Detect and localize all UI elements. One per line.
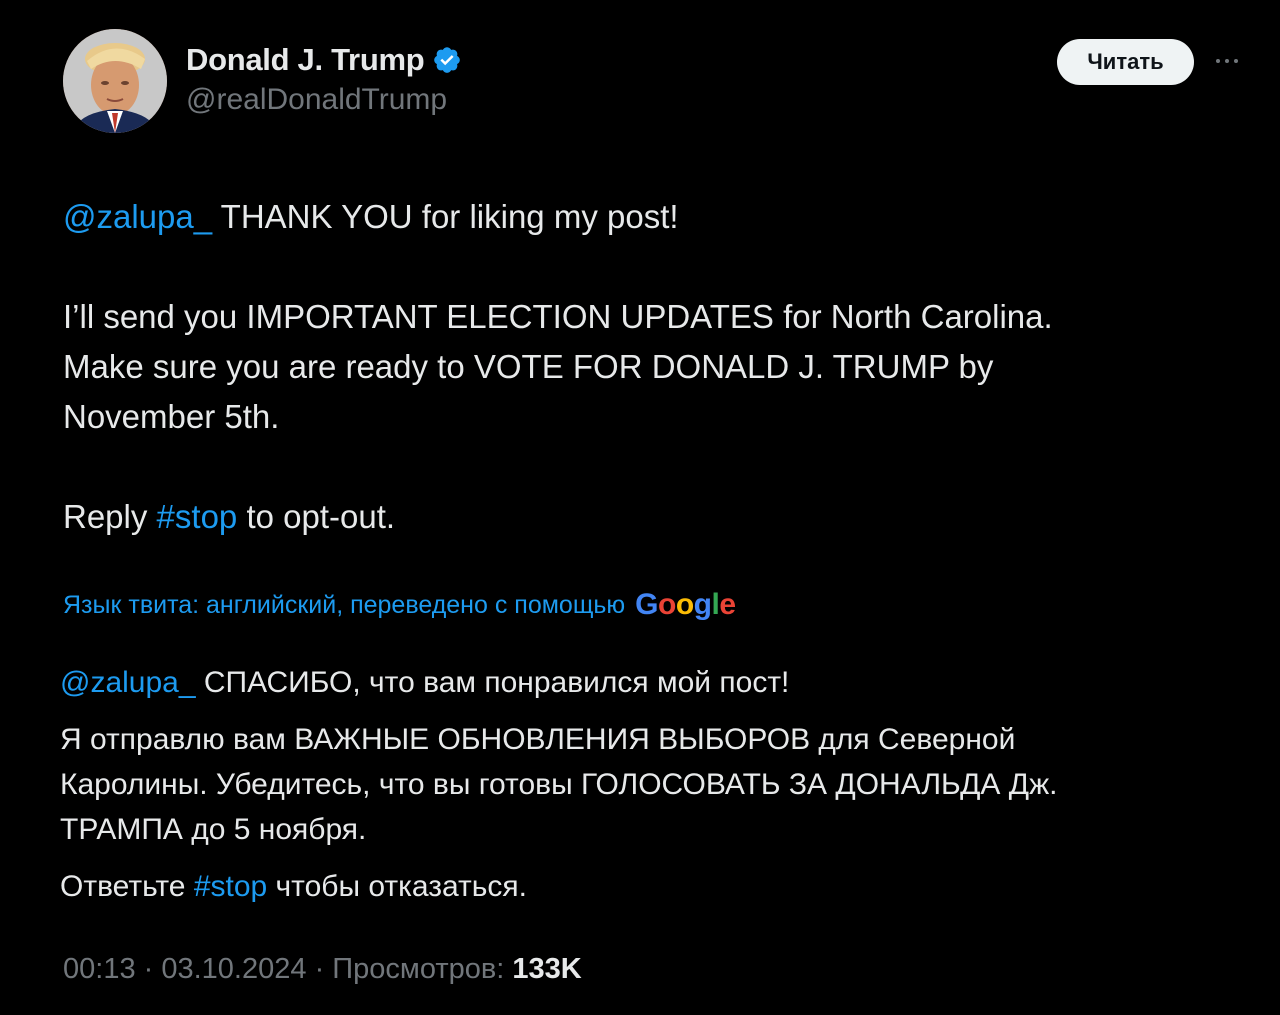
hashtag-link[interactable]: #stop [157,498,238,535]
reply-prefix: Reply [63,498,157,535]
author-display-name[interactable]: Donald J. Trump [186,42,425,78]
author-handle[interactable]: @realDonaldTrump [186,83,447,117]
translated-line-4: ТРАМПА до 5 ноября. [60,813,367,846]
meta-separator: · [143,953,162,985]
translated-line-1: СПАСИБО, что вам понравился мой пост! [195,666,790,699]
avatar[interactable] [63,29,167,133]
tweet-line-4: November 5th. [63,398,280,435]
translated-reply-prefix: Ответьте [60,870,194,903]
mention-link[interactable]: @zalupa_ [63,198,212,235]
tweet-line-2: I’ll send you IMPORTANT ELECTION UPDATES… [63,298,1053,335]
translation-note[interactable]: Язык твита: английский, переведено с пом… [63,588,736,622]
tweet-text: @zalupa_ THANK YOU for liking my post! I… [63,192,1223,542]
tweet-date[interactable]: 03.10.2024 [161,953,306,985]
translated-line-2: Я отправлю вам ВАЖНЫЕ ОБНОВЛЕНИЯ ВЫБОРОВ… [60,723,1016,756]
translated-hashtag-link[interactable]: #stop [194,870,267,903]
tweet-line-3: Make sure you are ready to VOTE FOR DONA… [63,348,994,385]
translated-mention-link[interactable]: @zalupa_ [60,666,196,699]
reply-suffix: to opt-out. [237,498,396,535]
translation-note-text: Язык твита: английский, переведено с пом… [63,590,626,619]
translated-reply-suffix: чтобы отказаться. [267,870,527,903]
translated-line-3: Каролины. Убедитесь, что вы готовы ГОЛОС… [60,768,1058,801]
author-name-row[interactable]: Donald J. Trump [186,42,462,78]
meta-separator: · [314,953,333,985]
follow-button[interactable]: Читать [1057,39,1194,85]
google-logo: Google [635,588,736,621]
tweet: Donald J. Trump @realDonaldTrump Читать … [0,0,1280,1015]
views-label: Просмотров: [332,953,505,985]
tweet-time[interactable]: 00:13 [63,953,136,985]
translated-text: @zalupa_ СПАСИБО, что вам понравился мой… [60,660,1240,909]
views-count: 133K [512,953,582,985]
more-horizontal-icon[interactable] [1207,46,1247,76]
tweet-line-1: THANK YOU for liking my post! [212,198,679,235]
tweet-meta: 00:13 · 03.10.2024 · Просмотров: 133K [63,953,582,986]
verified-badge-icon [434,47,461,73]
